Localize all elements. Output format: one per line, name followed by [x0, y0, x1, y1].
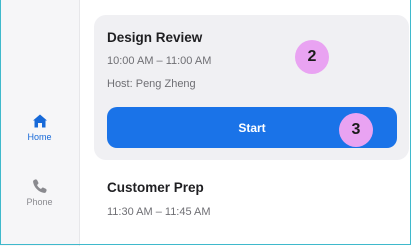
window-frame [0, 0, 411, 245]
